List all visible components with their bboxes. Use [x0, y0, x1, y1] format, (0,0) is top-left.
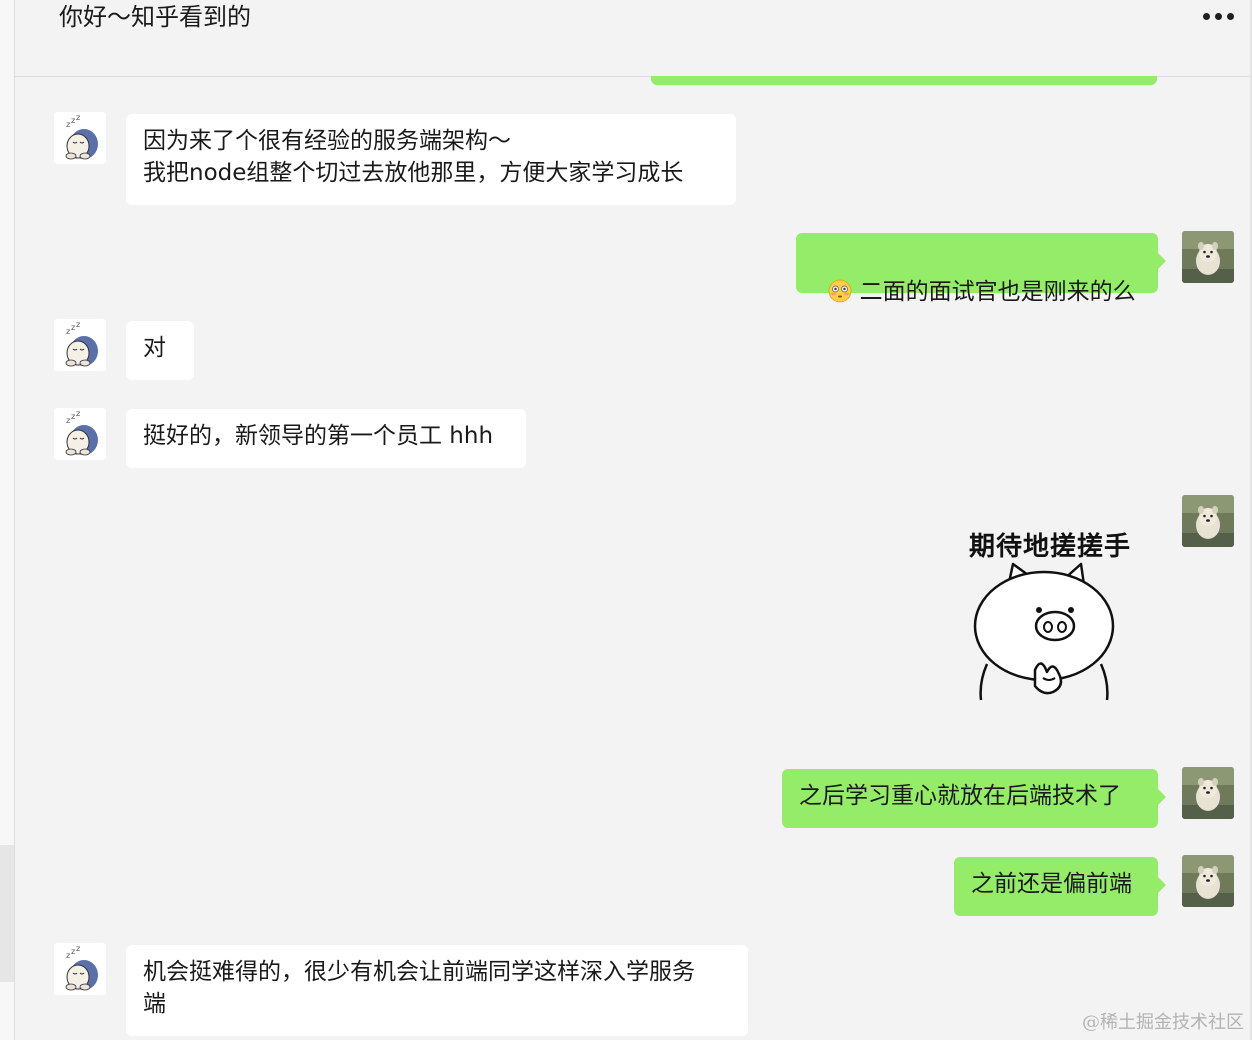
- message-bubble[interactable]: 机会挺难得的，很少有机会让前端同学这样深入学服务 端: [126, 945, 748, 1036]
- svg-text:z: z: [66, 951, 70, 960]
- message-bubble[interactable]: 之后学习重心就放在后端技术了: [782, 769, 1166, 828]
- svg-text:z: z: [76, 113, 80, 122]
- flushed-face-emoji: [828, 279, 852, 303]
- svg-text:z: z: [76, 944, 80, 953]
- chat-title: 你好～知乎看到的: [59, 3, 251, 31]
- svg-text:z: z: [71, 412, 75, 421]
- message-bubble[interactable]: 对: [126, 321, 194, 380]
- message-text: 二面的面试官也是刚来的么: [859, 279, 1136, 305]
- sleeping-cartoon-avatar[interactable]: zzz: [54, 943, 106, 995]
- sleeping-cartoon-avatar[interactable]: zzz: [54, 319, 106, 371]
- dog-photo-avatar[interactable]: [1182, 231, 1234, 283]
- svg-text:z: z: [76, 320, 80, 329]
- svg-text:z: z: [71, 116, 75, 125]
- svg-text:z: z: [66, 416, 70, 425]
- chat-header: 你好～知乎看到的: [15, 0, 1250, 77]
- dog-photo-avatar[interactable]: [1182, 855, 1234, 907]
- dog-photo-avatar[interactable]: [1182, 495, 1234, 547]
- left-panel-scroll-region: [0, 845, 14, 982]
- svg-text:z: z: [76, 409, 80, 418]
- more-dot: [1214, 12, 1222, 20]
- sleeping-cartoon-avatar[interactable]: zzz: [54, 112, 106, 164]
- previous-message-bubble-edge: [651, 76, 1157, 85]
- more-horizontal-icon[interactable]: [1198, 2, 1238, 30]
- more-dot: [1226, 12, 1234, 20]
- message-bubble[interactable]: 之前还是偏前端: [954, 857, 1166, 916]
- dog-photo-avatar[interactable]: [1182, 767, 1234, 819]
- message-bubble[interactable]: 二面的面试官也是刚来的么: [796, 233, 1166, 305]
- svg-text:z: z: [66, 120, 70, 129]
- sleeping-cartoon-avatar[interactable]: zzz: [54, 408, 106, 460]
- svg-text:z: z: [66, 327, 70, 336]
- pig-rubbing-hands-sticker[interactable]: 期待地搓搓手: [955, 520, 1145, 720]
- more-dot: [1202, 12, 1210, 20]
- svg-text:z: z: [71, 947, 75, 956]
- watermark: @稀土掘金技术社区: [1082, 1012, 1244, 1033]
- pig-icon: [973, 562, 1115, 701]
- svg-text:z: z: [71, 323, 75, 332]
- message-bubble[interactable]: 挺好的，新领导的第一个员工 hhh: [126, 409, 526, 468]
- message-bubble[interactable]: 因为来了个很有经验的服务端架构～ 我把node组整个切过去放他那里，方便大家学习…: [126, 114, 736, 205]
- sticker-caption: 期待地搓搓手: [968, 532, 1131, 562]
